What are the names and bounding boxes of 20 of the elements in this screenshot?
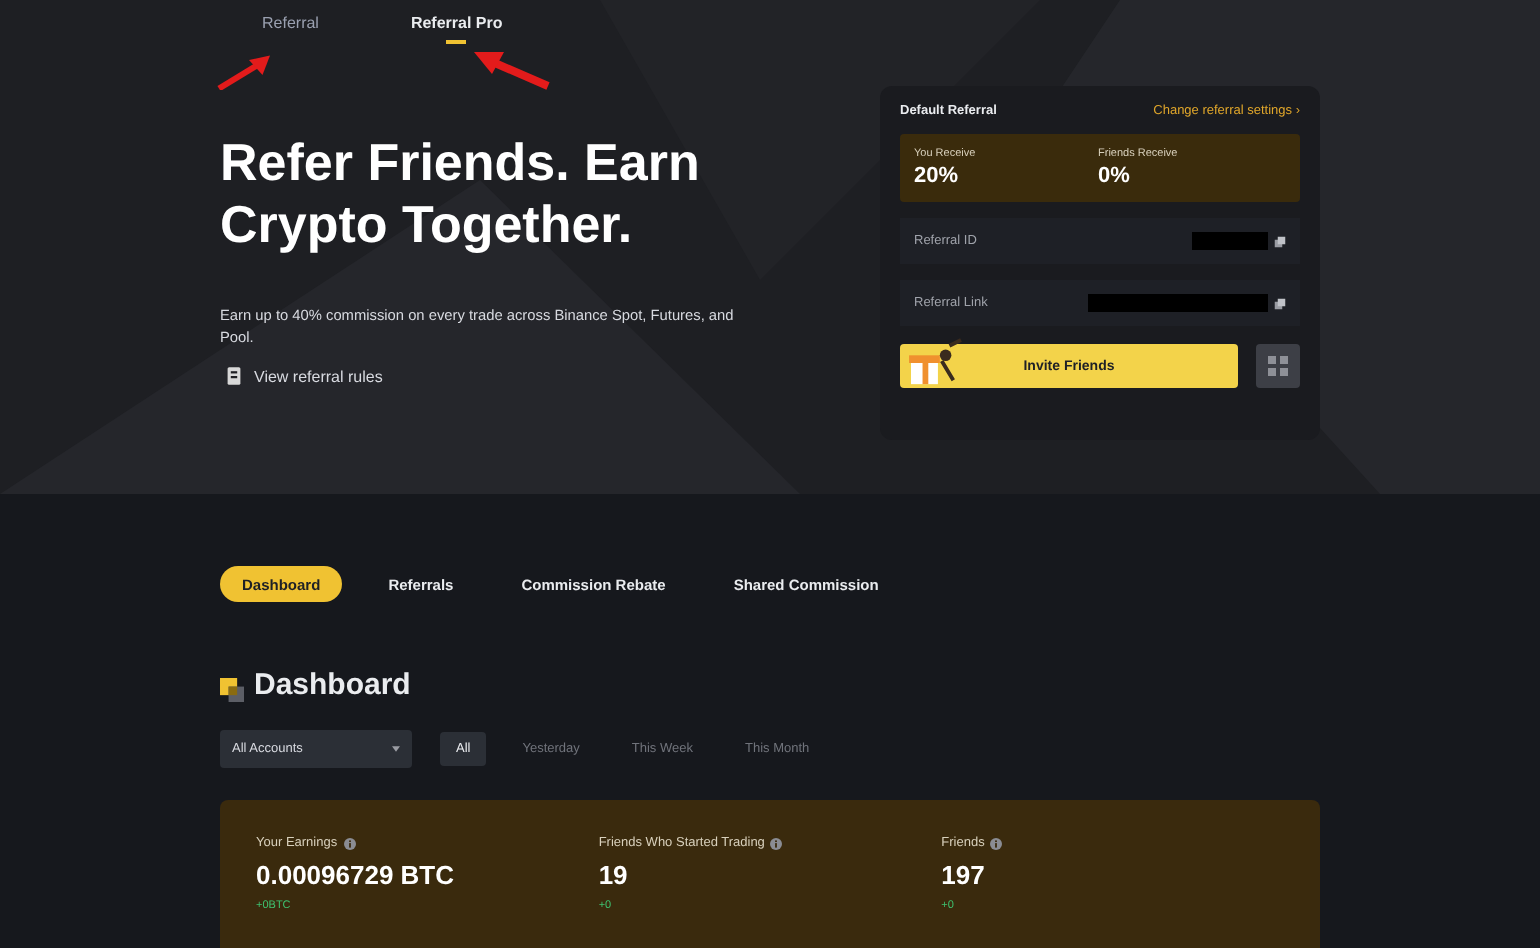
grid-icon (1268, 356, 1288, 376)
qr-code-button[interactable] (1256, 344, 1300, 388)
caret-icon (392, 746, 400, 752)
stat-value: 197 (941, 860, 987, 890)
rate-value: 0% (1098, 164, 1132, 188)
annotation-arrow (472, 50, 552, 90)
copy-icon[interactable] (1274, 297, 1286, 309)
info-icon[interactable] (770, 837, 783, 849)
nav-tab[interactable]: Referral (256, 14, 325, 52)
hero-title: Refer Friends. Earn Crypto Together. (220, 132, 702, 256)
dashboard-icon (220, 677, 244, 701)
info-icon[interactable] (343, 837, 356, 849)
annotation-arrow (216, 54, 276, 90)
stat-value: 19 (598, 860, 630, 890)
rate-value: 20% (914, 164, 961, 188)
stat-value: 0.00096729 BTC (256, 860, 457, 890)
info-icon[interactable] (990, 837, 1003, 849)
copy-icon[interactable] (1274, 235, 1286, 247)
view-rules-link[interactable]: View referral rules (254, 367, 383, 385)
dashboard-title: Dashboard (254, 668, 411, 702)
